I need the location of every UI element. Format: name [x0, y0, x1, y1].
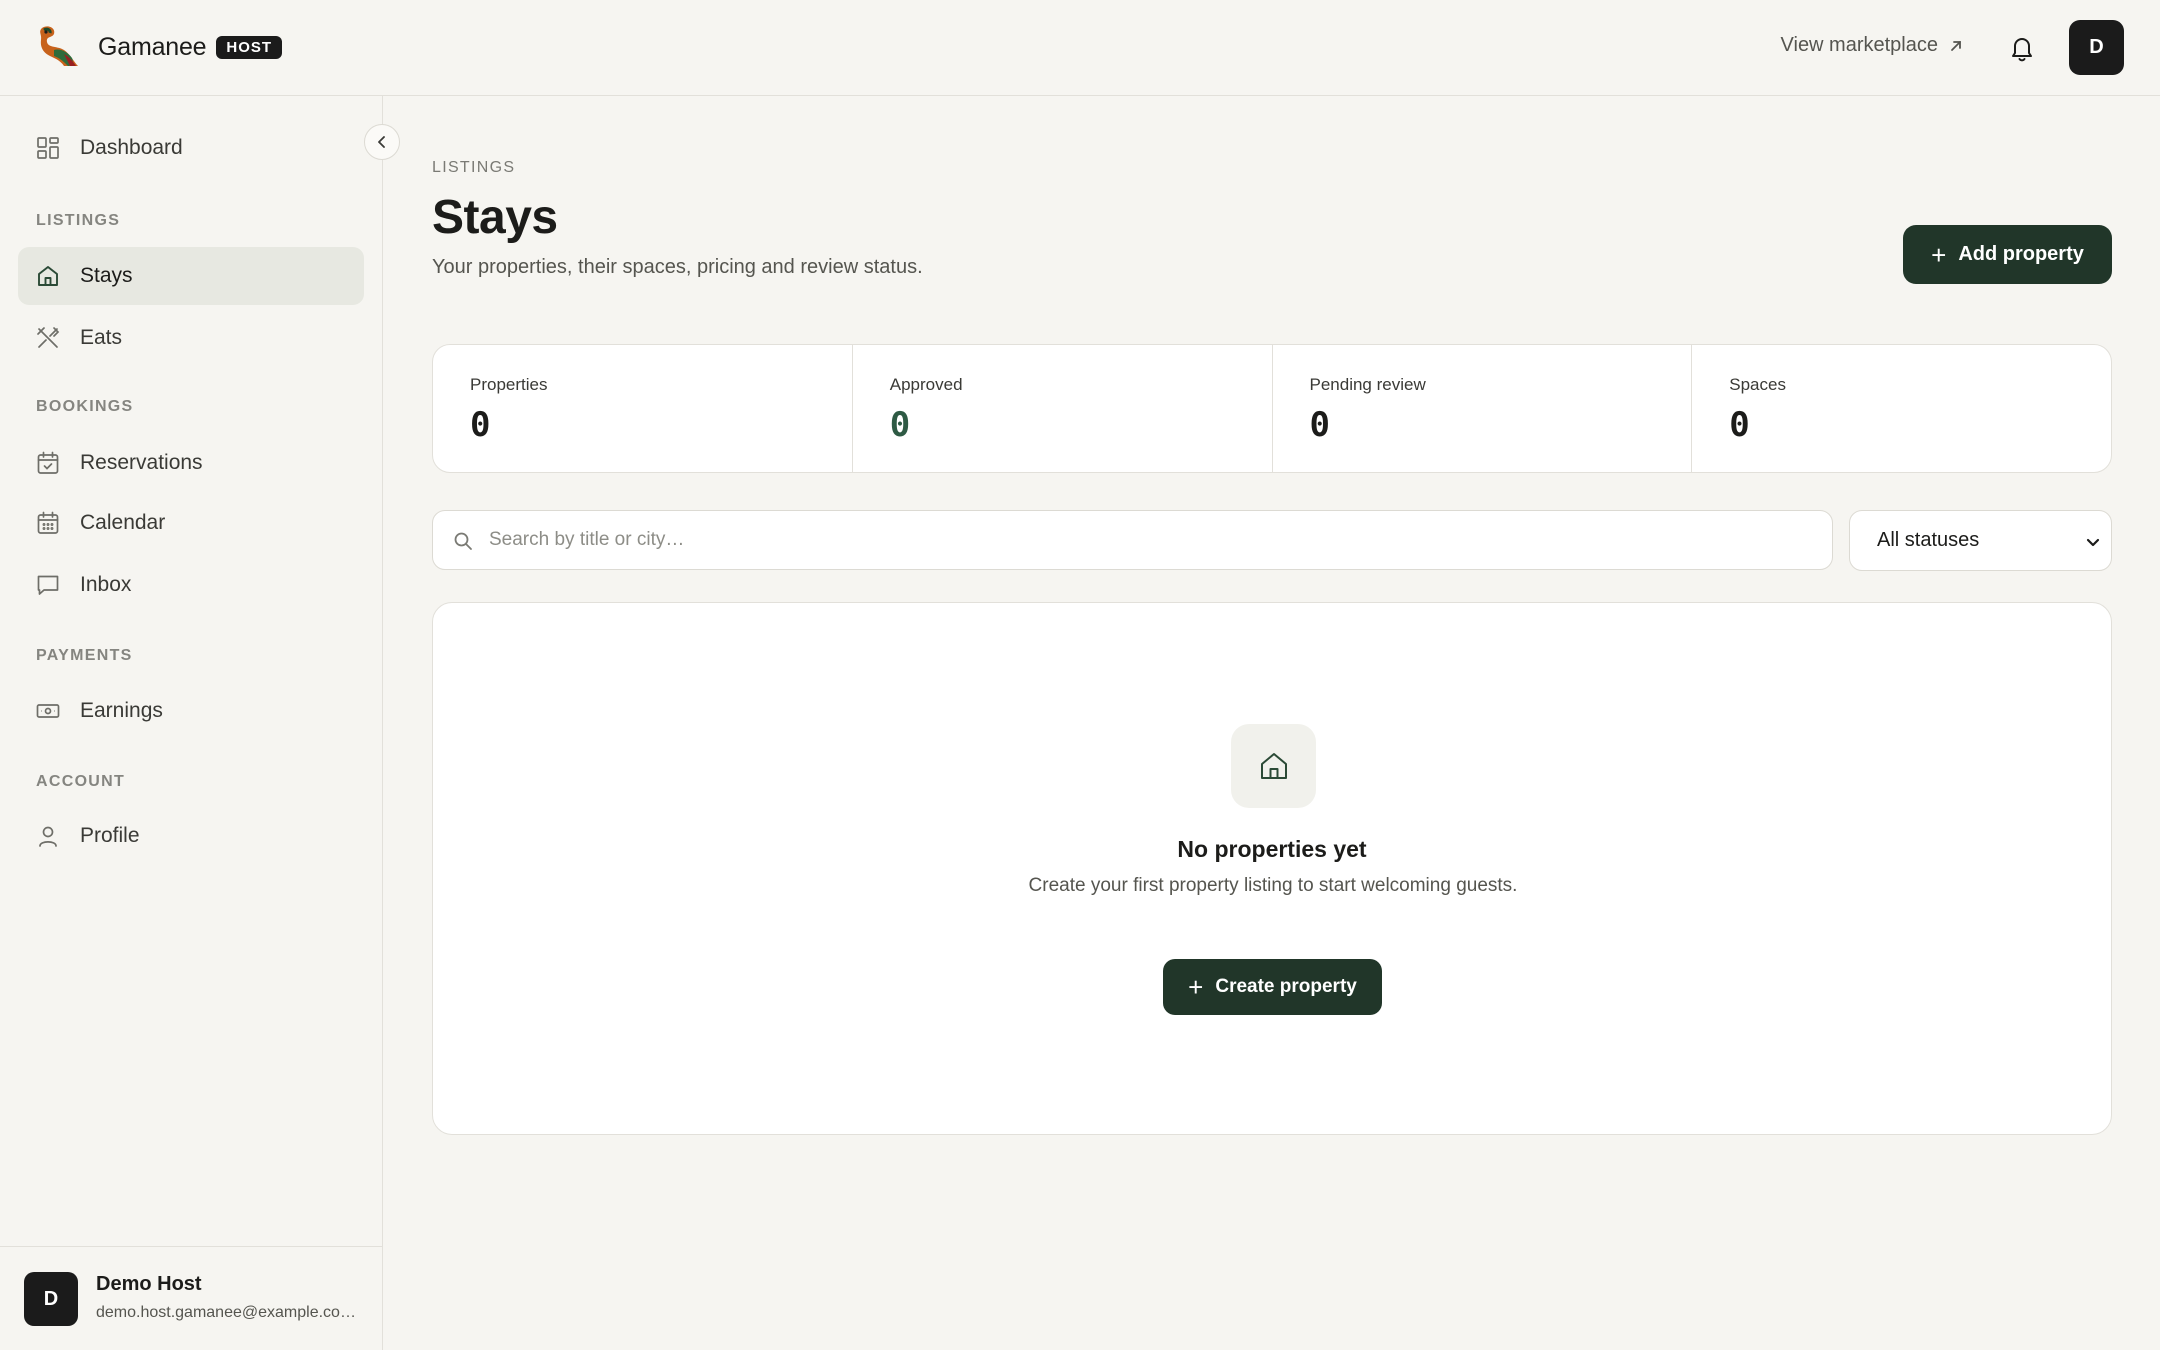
sidebar-item-label: Eats [80, 326, 123, 349]
stat-label: Pending review [1309, 375, 1426, 394]
collapse-sidebar-button[interactable] [364, 124, 400, 160]
sidebar-item-profile[interactable]: Profile [18, 807, 364, 865]
page-title: Stays [432, 191, 558, 244]
section-bookings: BOOKINGS [36, 398, 134, 415]
gamanee-logo [40, 26, 78, 66]
section-account: ACCOUNT [36, 773, 126, 790]
chevron-left-icon [378, 136, 385, 148]
user-icon [35, 823, 61, 849]
status-filter-select[interactable]: All statuses [1849, 510, 2112, 571]
sidebar-item-label: Stays [80, 264, 133, 287]
message-square-icon [35, 572, 61, 598]
stat-label: Approved [889, 375, 963, 394]
sidebar-item-label: Reservations [80, 451, 203, 474]
sidebar-item-label: Profile [80, 824, 140, 847]
page-subtitle: Your properties, their spaces, pricing a… [432, 256, 923, 278]
sidebar-item-eats[interactable]: Eats [18, 309, 364, 367]
brand[interactable]: Gamanee HOST [34, 22, 283, 72]
stat-properties: Properties 0 [433, 345, 853, 472]
user-avatar-button[interactable]: D [2069, 20, 2124, 75]
sidebar: Dashboard LISTINGS Stays Eats BOOKINGS R… [0, 96, 383, 1350]
user-email: demo.host.gamanee@example.co… [96, 1304, 356, 1321]
top-bar: Gamanee HOST View marketplace D [0, 0, 2160, 96]
stat-spaces: Spaces 0 [1692, 345, 2111, 472]
home-icon [35, 263, 61, 289]
calendar-icon [35, 510, 61, 536]
stat-value: 0 [1729, 405, 1750, 445]
stat-value: 0 [470, 405, 491, 445]
section-payments: PAYMENTS [36, 647, 133, 664]
chevron-down-icon [2086, 538, 2100, 547]
arrow-up-right-icon [1951, 40, 1961, 51]
sidebar-item-dashboard[interactable]: Dashboard [18, 119, 364, 177]
sidebar-item-label: Calendar [80, 511, 166, 534]
sidebar-item-stays[interactable]: Stays [18, 247, 364, 305]
utensils-crossed-icon [35, 325, 61, 351]
sidebar-item-inbox[interactable]: Inbox [18, 556, 364, 614]
dashboard-icon [35, 135, 61, 161]
view-marketplace-link[interactable]: View marketplace [1781, 34, 1964, 57]
banknote-icon [35, 698, 61, 724]
plus-icon: + [1188, 972, 1204, 1002]
calendar-check-icon [35, 450, 61, 476]
sidebar-user-card[interactable]: D Demo Host demo.host.gamanee@example.co… [0, 1246, 383, 1350]
search-box[interactable] [432, 510, 1833, 570]
view-marketplace-label: View marketplace [1780, 34, 1938, 56]
empty-state-title: No properties yet [1177, 836, 1367, 862]
section-listings: LISTINGS [36, 212, 121, 229]
status-filter-value: All statuses [1877, 529, 1980, 551]
search-icon [454, 532, 472, 550]
host-badge: HOST [216, 35, 283, 59]
avatar: D [24, 1272, 78, 1326]
add-property-button[interactable]: + Add property [1903, 225, 2112, 284]
create-property-button[interactable]: + Create property [1163, 959, 1382, 1015]
sidebar-item-reservations[interactable]: Reservations [18, 434, 364, 492]
sidebar-item-label: Earnings [80, 699, 163, 722]
stat-value: 0 [1309, 405, 1330, 445]
stat-label: Spaces [1729, 375, 1786, 394]
stat-pending-review: Pending review 0 [1273, 345, 1693, 472]
sidebar-item-earnings[interactable]: Earnings [18, 682, 364, 740]
empty-state-description: Create your first property listing to st… [1028, 875, 1518, 896]
stats-panel: Properties 0 Approved 0 Pending review 0… [432, 344, 2112, 473]
add-property-label: Add property [1958, 243, 2084, 265]
stat-approved: Approved 0 [853, 345, 1273, 472]
sidebar-item-label: Dashboard [80, 136, 183, 159]
plus-icon: + [1931, 239, 1947, 270]
empty-state-icon-tile [1231, 724, 1316, 808]
sidebar-item-label: Inbox [80, 573, 132, 596]
brand-name: Gamanee [98, 32, 207, 61]
breadcrumb: LISTINGS [432, 159, 516, 176]
bell-icon[interactable] [2006, 32, 2038, 64]
empty-state-card: No properties yet Create your first prop… [432, 602, 2112, 1135]
sidebar-item-calendar[interactable]: Calendar [18, 494, 364, 552]
stat-value: 0 [889, 405, 911, 445]
stat-label: Properties [470, 375, 548, 394]
create-property-label: Create property [1215, 976, 1357, 997]
home-icon [1260, 753, 1287, 779]
user-name: Demo Host [96, 1273, 202, 1295]
search-input[interactable] [489, 529, 1789, 551]
